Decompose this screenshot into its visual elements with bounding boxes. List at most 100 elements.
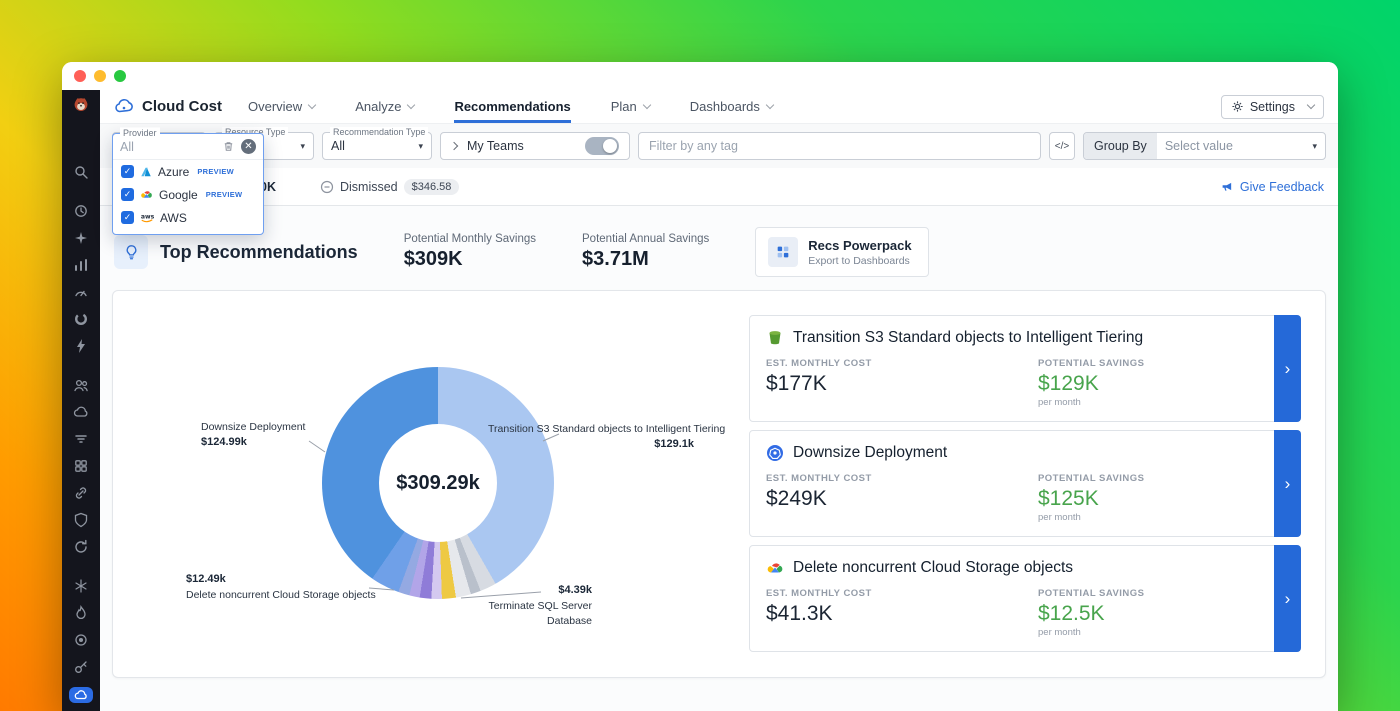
search-icon[interactable]: [70, 161, 92, 183]
tab-overview[interactable]: Overview: [248, 90, 315, 123]
group-by-control[interactable]: Group By Select value ▾: [1083, 132, 1326, 160]
recommendation-title: Delete noncurrent Cloud Storage objects: [793, 559, 1073, 577]
checkbox-checked-icon[interactable]: ✓: [121, 188, 134, 201]
preview-badge: PREVIEW: [197, 167, 234, 176]
google-cloud-icon: [140, 188, 153, 201]
svg-text:aws: aws: [141, 213, 154, 220]
bolt-icon[interactable]: [70, 335, 92, 357]
provider-option-google[interactable]: ✓ Google PREVIEW: [113, 183, 263, 206]
open-recommendation-button[interactable]: ›: [1274, 430, 1301, 537]
summary-row: Top Recommendations Potential Monthly Sa…: [112, 224, 1326, 280]
maximize-window-button[interactable]: [114, 70, 126, 82]
code-icon: </>: [1055, 141, 1069, 152]
dismissed-filter-chip[interactable]: Dismissed $346.58: [320, 179, 459, 195]
tab-analyze[interactable]: Analyze: [355, 90, 414, 123]
select-caret-icon: ▾: [412, 141, 423, 152]
group-by-select[interactable]: Select value ▾: [1157, 133, 1325, 159]
app-window: Cloud Cost Overview Analyze Recommendati…: [62, 62, 1338, 711]
list-filter-icon[interactable]: [70, 428, 92, 450]
chevron-right-icon: [450, 142, 458, 150]
savings-donut-area: $309.29k Downsize Deployment $124.99k: [113, 291, 749, 679]
provider-dropdown-panel: Provider All ✕ ✓ Azure PREVIEW ✓: [112, 133, 264, 235]
cloud-icon[interactable]: [70, 401, 92, 423]
recommendation-title: Transition S3 Standard objects to Intell…: [793, 329, 1143, 347]
chart-label-downsize: Downsize Deployment $124.99k: [201, 420, 305, 451]
chart-label-terminate: $4.39k Terminate SQL Server Database: [446, 583, 592, 629]
tag-filter-input[interactable]: [638, 132, 1041, 160]
bar-chart-icon[interactable]: [70, 254, 92, 276]
chevron-down-icon: [407, 101, 415, 109]
azure-icon: [140, 166, 152, 178]
snowflake-icon[interactable]: [70, 575, 92, 597]
chevron-down-icon: [308, 101, 316, 109]
recommendation-type-value: All: [331, 139, 345, 153]
preview-badge: PREVIEW: [206, 190, 243, 199]
dismissed-icon: [320, 180, 334, 194]
mascot-logo-icon[interactable]: [69, 96, 93, 113]
donut-icon[interactable]: [70, 308, 92, 330]
window-titlebar: [62, 62, 1338, 90]
target-icon[interactable]: [70, 629, 92, 651]
select-caret-icon: ▾: [294, 141, 305, 152]
annual-savings-stat: Potential Annual Savings $3.71M: [582, 233, 709, 271]
gear-icon: [1231, 100, 1244, 113]
chart-label-delete: $12.49k Delete noncurrent Cloud Storage …: [186, 572, 376, 603]
top-nav: Cloud Cost Overview Analyze Recommendati…: [100, 90, 1338, 123]
open-recommendation-button[interactable]: ›: [1274, 545, 1301, 652]
dismissed-amount-badge: $346.58: [404, 179, 460, 195]
recommendation-card-cloud-storage[interactable]: Delete noncurrent Cloud Storage objects …: [749, 545, 1301, 652]
recs-powerpack-card[interactable]: Recs Powerpack Export to Dashboards: [755, 227, 928, 277]
checkbox-checked-icon[interactable]: ✓: [121, 165, 134, 178]
megaphone-icon: [1221, 180, 1234, 193]
close-window-button[interactable]: [74, 70, 86, 82]
provider-panel-value: All: [120, 140, 222, 154]
history-icon[interactable]: [70, 200, 92, 222]
link-icon[interactable]: [70, 482, 92, 504]
chevron-down-icon: [643, 101, 651, 109]
trash-icon[interactable]: [222, 140, 235, 153]
give-feedback-link[interactable]: Give Feedback: [1221, 180, 1324, 194]
shield-icon[interactable]: [70, 509, 92, 531]
chart-label-transition: Transition S3 Standard objects to Intell…: [488, 422, 728, 453]
group-by-value: Select value: [1165, 139, 1233, 153]
tab-plan[interactable]: Plan: [611, 90, 650, 123]
recommendation-card-s3[interactable]: Transition S3 Standard objects to Intell…: [749, 315, 1301, 422]
group-by-label: Group By: [1084, 133, 1157, 159]
recommendation-card-deployment[interactable]: Downsize Deployment EST. MONTHLY COST$24…: [749, 430, 1301, 537]
kubernetes-icon: [766, 444, 784, 462]
minimize-window-button[interactable]: [94, 70, 106, 82]
key-icon[interactable]: [70, 656, 92, 678]
settings-label: Settings: [1250, 100, 1295, 114]
cloud-cost-logo-icon: [114, 97, 134, 117]
sparkles-icon[interactable]: [70, 227, 92, 249]
provider-option-aws[interactable]: ✓ aws AWS: [113, 206, 263, 229]
chevron-down-icon: [766, 101, 774, 109]
dismissed-label: Dismissed: [340, 180, 398, 194]
open-recommendation-button[interactable]: ›: [1274, 315, 1301, 422]
cloud-cost-app-icon[interactable]: [69, 687, 93, 704]
code-filter-button[interactable]: </>: [1049, 132, 1075, 160]
donut-chart[interactable]: $309.29k: [322, 367, 554, 599]
lightbulb-icon: [114, 235, 148, 269]
refresh-icon[interactable]: [70, 536, 92, 558]
settings-button[interactable]: Settings: [1221, 95, 1324, 119]
users-icon[interactable]: [70, 374, 92, 396]
checkbox-checked-icon[interactable]: ✓: [121, 211, 134, 224]
my-teams-label: My Teams: [467, 139, 524, 153]
clear-selection-icon[interactable]: ✕: [241, 139, 256, 154]
provider-option-azure[interactable]: ✓ Azure PREVIEW: [113, 160, 263, 183]
tab-dashboards[interactable]: Dashboards: [690, 90, 773, 123]
cloud-storage-icon: [766, 559, 784, 577]
powerpack-icon: [768, 237, 798, 267]
tab-recommendations[interactable]: Recommendations: [454, 90, 570, 123]
recommendation-title: Downsize Deployment: [793, 444, 947, 462]
monthly-savings-stat: Potential Monthly Savings $309K: [404, 233, 536, 271]
flame-icon[interactable]: [70, 602, 92, 624]
apps-grid-icon[interactable]: [70, 455, 92, 477]
filter-bar: Provider All ▾ Resource Type ▾ Recommend…: [100, 123, 1338, 168]
my-teams-control[interactable]: My Teams: [440, 132, 630, 160]
gauge-icon[interactable]: [70, 281, 92, 303]
select-caret-icon: ▾: [1306, 141, 1317, 152]
recommendation-type-select[interactable]: Recommendation Type All ▾: [322, 132, 432, 160]
my-teams-toggle[interactable]: [585, 137, 619, 155]
